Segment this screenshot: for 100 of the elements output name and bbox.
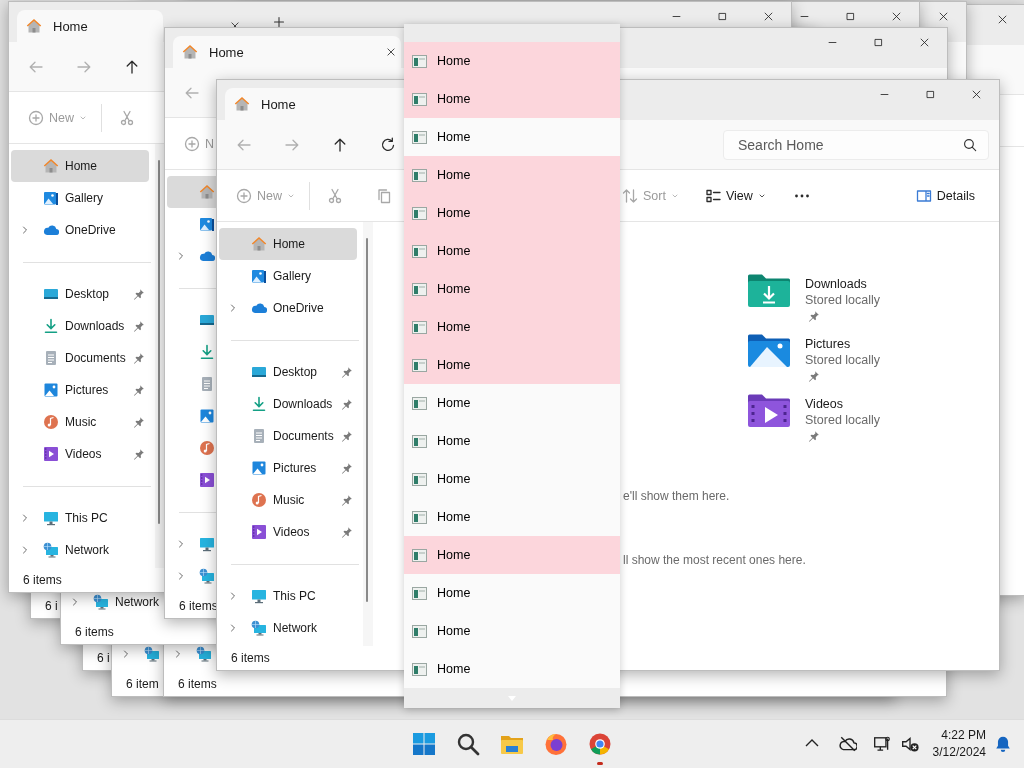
window-list-item[interactable]: Home bbox=[404, 384, 620, 422]
image-icon bbox=[43, 190, 59, 206]
close-icon[interactable] bbox=[970, 88, 982, 100]
window-list-item[interactable]: Home bbox=[404, 574, 620, 612]
window-list-item[interactable]: Home bbox=[404, 270, 620, 308]
window-list-item[interactable]: Home bbox=[404, 194, 620, 232]
video-folder-icon[interactable] bbox=[747, 393, 791, 429]
maximize-icon[interactable] bbox=[844, 10, 856, 22]
window-list-item[interactable]: Home bbox=[404, 650, 620, 688]
desktop-icon bbox=[199, 312, 215, 328]
desktop-icon bbox=[251, 364, 267, 380]
cloud-off-icon[interactable] bbox=[838, 735, 857, 753]
view-button[interactable]: View bbox=[704, 180, 766, 211]
window-icon bbox=[412, 472, 427, 486]
maximize-icon[interactable] bbox=[924, 88, 936, 100]
desktop-icon bbox=[43, 286, 59, 302]
network-icon bbox=[199, 568, 215, 584]
browser-icon[interactable] bbox=[544, 732, 568, 756]
window-list-item[interactable]: Home bbox=[404, 308, 620, 346]
up-icon[interactable] bbox=[332, 136, 348, 153]
window-tab[interactable]: Home bbox=[17, 10, 163, 42]
window-list-item[interactable]: Home bbox=[404, 460, 620, 498]
sidebar-item[interactable]: Pictures bbox=[11, 374, 149, 406]
volume-muted-icon[interactable] bbox=[900, 735, 919, 753]
details-button[interactable]: Details bbox=[915, 180, 975, 211]
sidebar-item[interactable]: Desktop bbox=[11, 278, 149, 310]
folder-name: Downloads bbox=[805, 276, 868, 292]
sidebar-item[interactable]: Documents bbox=[11, 342, 149, 374]
window-list-item[interactable]: Home bbox=[404, 346, 620, 384]
sidebar-item[interactable]: Downloads bbox=[219, 388, 357, 420]
sidebar-item[interactable]: Network bbox=[219, 612, 357, 644]
clock[interactable]: 4:22 PM 3/12/2024 bbox=[932, 727, 986, 761]
maximize-icon[interactable] bbox=[716, 10, 728, 22]
window-list-item[interactable]: Home bbox=[404, 612, 620, 650]
item-count: 6 items bbox=[178, 677, 217, 691]
sidebar-item[interactable]: Network bbox=[11, 534, 149, 566]
sidebar-item[interactable]: Documents bbox=[219, 420, 357, 452]
window-list-item[interactable]: Home bbox=[404, 536, 620, 574]
sidebar-item[interactable]: Videos bbox=[11, 438, 149, 470]
details-icon[interactable] bbox=[915, 187, 932, 204]
window-list-item[interactable]: Home bbox=[404, 232, 620, 270]
network-icon bbox=[93, 594, 109, 610]
sidebar-item[interactable]: Home bbox=[11, 150, 149, 182]
search-icon[interactable] bbox=[963, 137, 977, 152]
bell-icon[interactable] bbox=[994, 735, 1012, 753]
window-tab[interactable]: Home bbox=[173, 36, 401, 68]
monitor-icon bbox=[43, 510, 59, 526]
sidebar-item[interactable]: Gallery bbox=[11, 182, 149, 214]
window-list-item[interactable]: Home bbox=[404, 80, 620, 118]
sidebar-item[interactable]: Music bbox=[11, 406, 149, 438]
folder-detail: Stored locally bbox=[805, 352, 881, 368]
image-folder-icon[interactable] bbox=[747, 333, 791, 369]
window-icon bbox=[412, 434, 427, 448]
window-list-item[interactable]: Home bbox=[404, 498, 620, 536]
close-icon[interactable] bbox=[996, 13, 1008, 25]
download-folder-icon[interactable] bbox=[747, 273, 791, 309]
close-icon[interactable] bbox=[762, 10, 774, 22]
sidebar-item[interactable]: Videos bbox=[219, 516, 357, 548]
sidebar-item[interactable]: Home bbox=[219, 228, 357, 260]
sidebar-item[interactable]: Network bbox=[63, 594, 159, 610]
sidebar-item[interactable]: Gallery bbox=[219, 260, 357, 292]
home-icon bbox=[251, 236, 267, 252]
close-icon[interactable] bbox=[918, 36, 930, 48]
window-icon bbox=[412, 92, 427, 106]
sidebar-item[interactable]: Pictures bbox=[219, 452, 357, 484]
browser-icon[interactable] bbox=[588, 732, 612, 756]
plus-icon[interactable] bbox=[273, 16, 285, 28]
window-icon bbox=[412, 244, 427, 258]
up-icon[interactable] bbox=[124, 58, 140, 75]
sidebar-item[interactable]: OneDrive bbox=[219, 292, 357, 324]
sidebar-item[interactable]: This PC bbox=[219, 580, 357, 612]
sidebar-item[interactable]: Music bbox=[219, 484, 357, 516]
start-icon[interactable] bbox=[412, 732, 436, 756]
window-list-item[interactable]: Home bbox=[404, 156, 620, 194]
home-icon bbox=[43, 158, 59, 174]
close-icon[interactable] bbox=[937, 10, 949, 22]
window-icon bbox=[412, 206, 427, 220]
window-list-item[interactable]: Home bbox=[404, 42, 620, 80]
window-list-item[interactable]: Home bbox=[404, 422, 620, 460]
close-icon[interactable] bbox=[386, 47, 396, 57]
sidebar-item[interactable]: Downloads bbox=[11, 310, 149, 342]
search-icon[interactable] bbox=[456, 732, 480, 756]
view-icon[interactable] bbox=[704, 187, 721, 204]
window-icon bbox=[412, 624, 427, 638]
close-icon[interactable] bbox=[890, 10, 902, 22]
search-field[interactable]: Search Home bbox=[723, 129, 989, 160]
window-icon bbox=[412, 54, 427, 68]
refresh-icon[interactable] bbox=[380, 136, 396, 153]
item-count: 6 items bbox=[231, 651, 270, 665]
window-icon bbox=[412, 130, 427, 144]
sidebar-item[interactable]: This PC bbox=[11, 502, 149, 534]
network-icon[interactable] bbox=[872, 735, 891, 753]
image-icon bbox=[43, 382, 59, 398]
sidebar-item[interactable]: OneDrive bbox=[11, 214, 149, 246]
window-icon bbox=[412, 320, 427, 334]
maximize-icon[interactable] bbox=[872, 36, 884, 48]
download-icon bbox=[251, 396, 267, 412]
window-icon bbox=[412, 168, 427, 182]
sidebar-item[interactable]: Desktop bbox=[219, 356, 357, 388]
window-list-item[interactable]: Home bbox=[404, 118, 620, 156]
